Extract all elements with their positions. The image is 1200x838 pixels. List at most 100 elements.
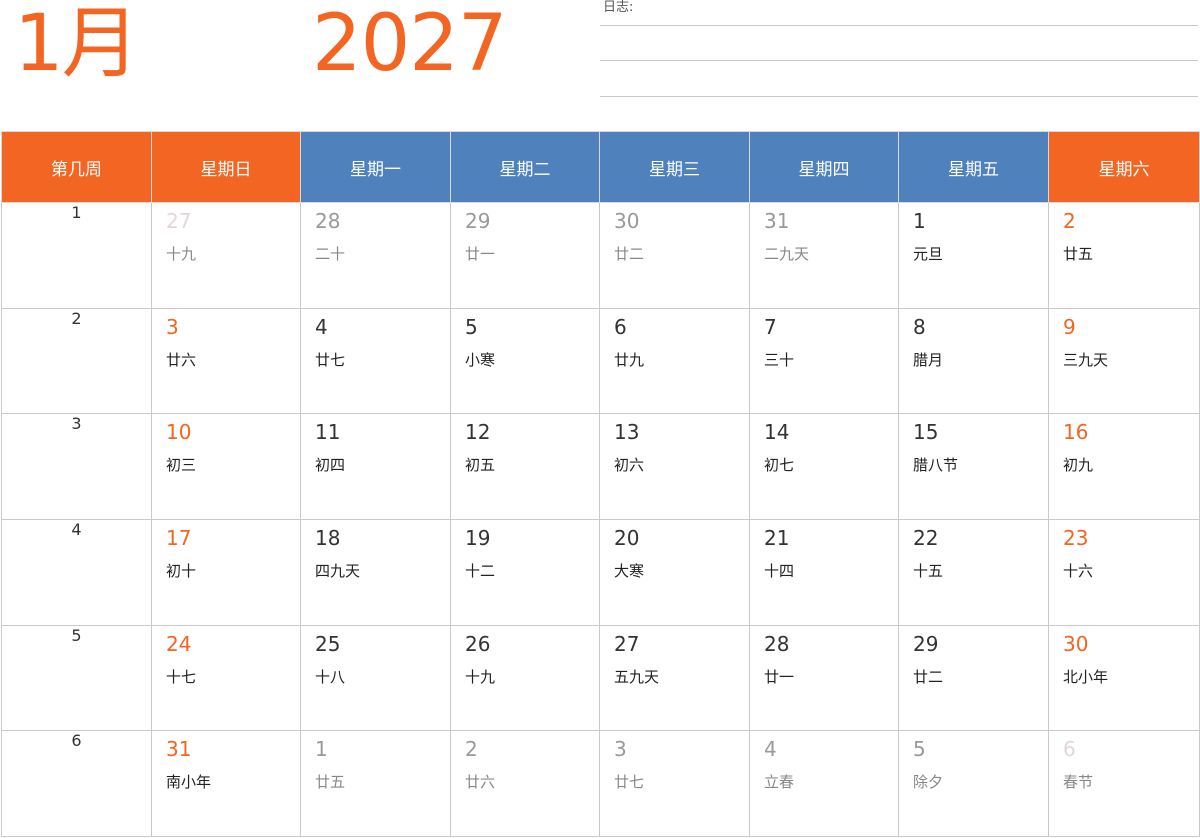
day-cell[interactable]: 29 廿一 — [450, 202, 600, 309]
week-number: 2 — [1, 307, 152, 415]
lunar-date: 三十 — [764, 350, 795, 369]
day-cell[interactable]: 9 三九天 — [1048, 307, 1200, 415]
day-cell[interactable]: 26 十九 — [450, 624, 600, 732]
day-number: 21 — [764, 525, 790, 550]
day-cell[interactable]: 1 廿五 — [300, 730, 451, 837]
lunar-date: 廿一 — [465, 245, 496, 263]
day-cell[interactable]: 7 三十 — [749, 307, 899, 415]
day-cell[interactable]: 3 廿七 — [599, 730, 750, 837]
notes-label: 日志: — [603, 0, 634, 15]
lunar-date: 二九天 — [764, 245, 810, 263]
day-cell[interactable]: 4 廿七 — [300, 307, 451, 415]
week-number: 6 — [1, 730, 152, 837]
lunar-date: 三九天 — [1063, 350, 1109, 369]
day-cell[interactable]: 27 十九 — [151, 202, 301, 309]
day-cell[interactable]: 30 廿二 — [599, 202, 750, 309]
day-cell[interactable]: 17 初十 — [151, 518, 301, 626]
lunar-date: 初五 — [465, 456, 496, 475]
day-number: 10 — [166, 420, 192, 445]
day-cell[interactable]: 5 小寒 — [450, 307, 600, 415]
weekday-header-row: 第几周 星期日 星期一 星期二 星期三 星期四 星期五 星期六 — [1, 131, 1200, 203]
lunar-date: 廿九 — [614, 350, 645, 369]
day-number: 23 — [1063, 525, 1089, 550]
day-cell[interactable]: 31 南小年 — [151, 730, 301, 837]
lunar-date: 大寒 — [614, 561, 645, 580]
day-number: 6 — [1063, 737, 1076, 762]
day-number: 17 — [166, 525, 192, 550]
header-tuesday: 星期二 — [450, 131, 600, 203]
day-cell[interactable]: 11 初四 — [300, 413, 451, 520]
lunar-date: 廿七 — [614, 773, 645, 792]
month-title: 1月 — [14, 0, 140, 89]
day-cell[interactable]: 12 初五 — [450, 413, 600, 520]
day-cell[interactable]: 27 五九天 — [599, 624, 750, 732]
lunar-date: 十二 — [465, 561, 496, 580]
day-cell[interactable]: 24 十七 — [151, 624, 301, 732]
day-cell[interactable]: 2 廿六 — [450, 730, 600, 837]
day-cell[interactable]: 14 初七 — [749, 413, 899, 520]
day-number: 19 — [465, 525, 491, 550]
day-cell[interactable]: 15 腊八节 — [898, 413, 1049, 520]
day-cell[interactable]: 25 十八 — [300, 624, 451, 732]
lunar-date: 五九天 — [614, 667, 660, 686]
day-number: 26 — [465, 631, 491, 656]
day-cell[interactable]: 5 除夕 — [898, 730, 1049, 837]
day-cell[interactable]: 18 四九天 — [300, 518, 451, 626]
day-number: 30 — [1063, 631, 1089, 656]
lunar-date: 除夕 — [913, 773, 944, 792]
day-cell[interactable]: 20 大寒 — [599, 518, 750, 626]
day-number: 24 — [166, 631, 192, 656]
header-saturday: 星期六 — [1048, 131, 1200, 203]
day-cell[interactable]: 4 立春 — [749, 730, 899, 837]
day-number: 28 — [315, 209, 341, 233]
day-cell[interactable]: 21 十四 — [749, 518, 899, 626]
day-cell[interactable]: 22 十五 — [898, 518, 1049, 626]
day-number: 4 — [315, 314, 328, 339]
day-number: 11 — [315, 420, 341, 445]
day-cell[interactable]: 29 廿二 — [898, 624, 1049, 732]
notes-line[interactable] — [600, 60, 1198, 61]
day-number: 7 — [764, 314, 777, 339]
day-cell[interactable]: 8 腊月 — [898, 307, 1049, 415]
day-cell[interactable]: 30 北小年 — [1048, 624, 1200, 732]
day-number: 12 — [465, 420, 491, 445]
day-cell[interactable]: 28 二十 — [300, 202, 451, 309]
day-cell[interactable]: 6 廿九 — [599, 307, 750, 415]
week-row: 2 3 廿六 4 廿七 5 小寒 6 廿九 7 三十 8 腊月 9 三九天 — [1, 307, 1200, 415]
day-number: 31 — [166, 737, 192, 762]
day-cell[interactable]: 1 元旦 — [898, 202, 1049, 309]
day-number: 15 — [913, 420, 939, 445]
day-cell[interactable]: 3 廿六 — [151, 307, 301, 415]
lunar-date: 廿一 — [764, 667, 795, 686]
day-number: 29 — [913, 631, 939, 656]
header-sunday: 星期日 — [151, 131, 301, 203]
day-number: 1 — [315, 737, 328, 762]
day-number: 9 — [1063, 314, 1076, 339]
day-cell[interactable]: 2 廿五 — [1048, 202, 1200, 309]
week-row: 3 10 初三 11 初四 12 初五 13 初六 14 初七 15 腊八节 16 初九 — [1, 413, 1200, 520]
day-cell[interactable]: 10 初三 — [151, 413, 301, 520]
day-number: 14 — [764, 420, 790, 445]
day-cell[interactable]: 31 二九天 — [749, 202, 899, 309]
day-cell[interactable]: 6 春节 — [1048, 730, 1200, 837]
day-number: 5 — [465, 314, 478, 339]
notes-line[interactable] — [600, 96, 1198, 97]
day-number: 2 — [1063, 209, 1076, 233]
lunar-date: 初六 — [614, 456, 645, 475]
day-number: 20 — [614, 525, 640, 550]
day-cell[interactable]: 16 初九 — [1048, 413, 1200, 520]
day-number: 1 — [913, 209, 926, 233]
day-cell[interactable]: 13 初六 — [599, 413, 750, 520]
lunar-date: 元旦 — [913, 245, 944, 263]
week-row: 4 17 初十 18 四九天 19 十二 20 大寒 21 十四 22 十五 23 十六 — [1, 518, 1200, 626]
header-wednesday: 星期三 — [599, 131, 750, 203]
header-thursday: 星期四 — [749, 131, 899, 203]
lunar-date: 小寒 — [465, 350, 496, 369]
notes-line[interactable] — [600, 25, 1198, 26]
day-cell[interactable]: 19 十二 — [450, 518, 600, 626]
lunar-date: 廿五 — [1063, 245, 1094, 263]
week-number: 5 — [1, 624, 152, 732]
lunar-date: 十九 — [166, 245, 197, 263]
day-cell[interactable]: 28 廿一 — [749, 624, 899, 732]
day-cell[interactable]: 23 十六 — [1048, 518, 1200, 626]
